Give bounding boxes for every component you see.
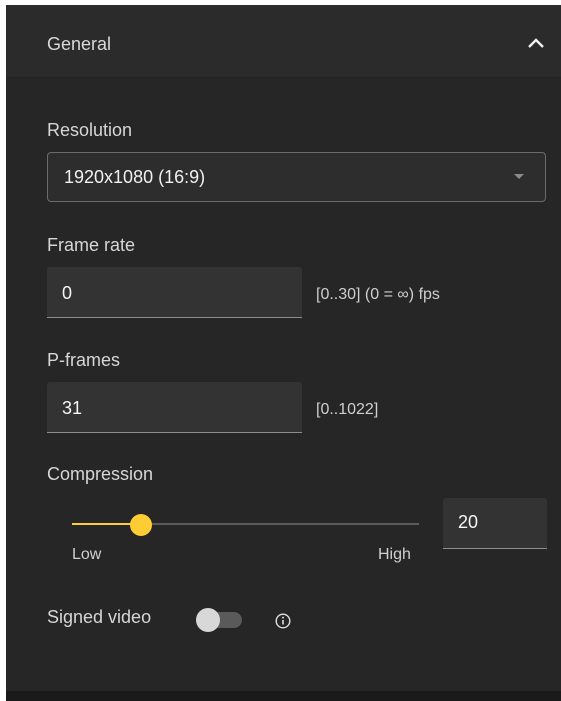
compression-label: Compression: [47, 464, 154, 484]
frame-rate-value: 0: [62, 283, 73, 303]
resolution-select[interactable]: 1920x1080 (16:9): [47, 152, 546, 202]
section-title: General: [47, 34, 112, 54]
info-icon[interactable]: [275, 613, 291, 629]
compression-high-label: High: [378, 546, 411, 563]
p-frames-label: P-frames: [47, 350, 121, 370]
resolution-value: 1920x1080 (16:9): [64, 167, 206, 187]
toggle-knob: [196, 608, 220, 632]
p-frames-value: 31: [62, 398, 83, 418]
signed-video-label: Signed video: [47, 607, 152, 627]
signed-video-toggle[interactable]: [196, 608, 248, 632]
caret-down-icon: [514, 174, 524, 179]
resolution-label: Resolution: [47, 120, 133, 140]
frame-rate-hint: [0..30] (0 = ∞) fps: [316, 286, 440, 303]
compression-slider-track[interactable]: [72, 523, 419, 525]
compression-value: 20: [458, 512, 479, 532]
panel-bottom-bar: [6, 691, 561, 701]
p-frames-input[interactable]: 31: [47, 382, 302, 433]
section-header-general[interactable]: General: [6, 5, 561, 78]
compression-low-label: Low: [72, 546, 102, 563]
frame-rate-input[interactable]: 0: [47, 267, 302, 318]
compression-slider-thumb[interactable]: [130, 514, 153, 536]
p-frames-hint: [0..1022]: [316, 401, 379, 418]
compression-value-input[interactable]: 20: [443, 498, 547, 549]
settings-panel: General Resolution 1920x1080 (16:9) Fram…: [6, 5, 561, 691]
frame-rate-label: Frame rate: [47, 235, 136, 255]
chevron-up-icon[interactable]: [527, 37, 545, 49]
